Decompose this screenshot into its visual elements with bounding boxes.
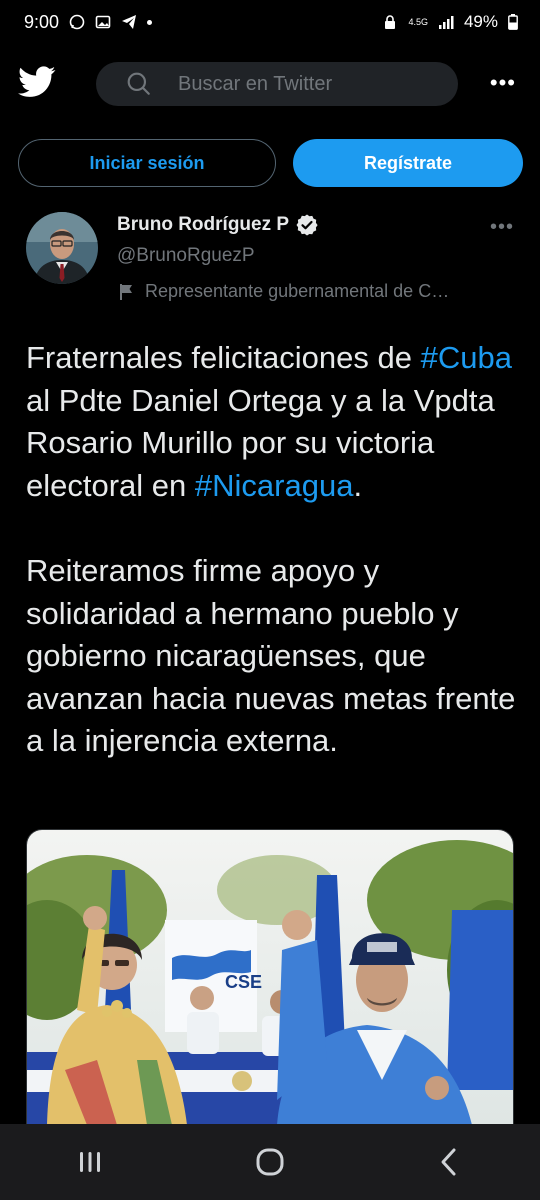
battery-percent: 49%: [463, 12, 498, 31]
twitter-bird-icon[interactable]: [18, 66, 56, 98]
tweet-more-icon[interactable]: •••: [490, 216, 514, 239]
more-options-icon[interactable]: •••: [490, 70, 516, 96]
tweet-author[interactable]: Bruno Rodríguez P: [117, 213, 319, 237]
author-name[interactable]: Bruno Rodríguez P: [117, 214, 289, 236]
photo-sign-text: CSE: [225, 972, 262, 992]
home-icon[interactable]: [250, 1142, 290, 1182]
gallery-icon: [95, 15, 111, 29]
tweet-photo-image: CSE: [27, 830, 513, 1124]
hashtag-cuba[interactable]: #Cuba: [421, 340, 512, 375]
avatar-image: [26, 212, 98, 284]
system-nav-bar: [0, 1124, 540, 1200]
network-type: 4.5G: [408, 16, 428, 27]
tweet-text-segment: Fraternales felicitaciones de: [26, 340, 421, 375]
government-label[interactable]: Representante gubernamental de C…: [117, 281, 517, 302]
avatar[interactable]: [26, 212, 98, 284]
search-bar[interactable]: Buscar en Twitter: [96, 62, 458, 106]
tweet-paragraph-2: Reiteramos firme apoyo y solidaridad a h…: [26, 552, 516, 759]
telegram-icon: [122, 15, 137, 29]
status-bar-right: 4.5G 49%: [382, 12, 518, 32]
status-bar-left: 9:00: [24, 11, 153, 33]
hashtag-nicaragua[interactable]: #Nicaragua: [195, 468, 354, 503]
signup-button[interactable]: Regístrate: [293, 139, 523, 187]
status-time: 9:00: [24, 11, 60, 32]
back-icon[interactable]: [430, 1142, 470, 1182]
verified-badge-icon: [296, 214, 318, 236]
app-header: Buscar en Twitter •••: [0, 56, 540, 114]
battery-icon: [508, 14, 518, 30]
flag-icon: [120, 283, 132, 300]
search-placeholder: Buscar en Twitter: [178, 72, 333, 95]
tweet-paragraph-1: Fraternales felicitaciones de #Cuba al P…: [26, 337, 516, 507]
notification-dot-icon: [147, 19, 153, 25]
tweet-text: Fraternales felicitaciones de #Cuba al P…: [26, 337, 516, 763]
tweet-photo[interactable]: CSE: [26, 829, 514, 1124]
login-button[interactable]: Iniciar sesión: [18, 139, 276, 187]
tweet-text-segment: .: [353, 467, 363, 503]
signal-icon: [438, 16, 454, 29]
whatsapp-icon: [69, 14, 85, 30]
search-icon: [127, 72, 150, 95]
status-bar: 9:00 4.5G 49%: [0, 0, 540, 44]
lock-icon: [385, 15, 396, 29]
government-label-text: Representante gubernamental de C…: [145, 281, 450, 301]
recent-apps-icon[interactable]: [70, 1142, 110, 1182]
author-handle[interactable]: @BrunoRguezP: [117, 245, 255, 267]
